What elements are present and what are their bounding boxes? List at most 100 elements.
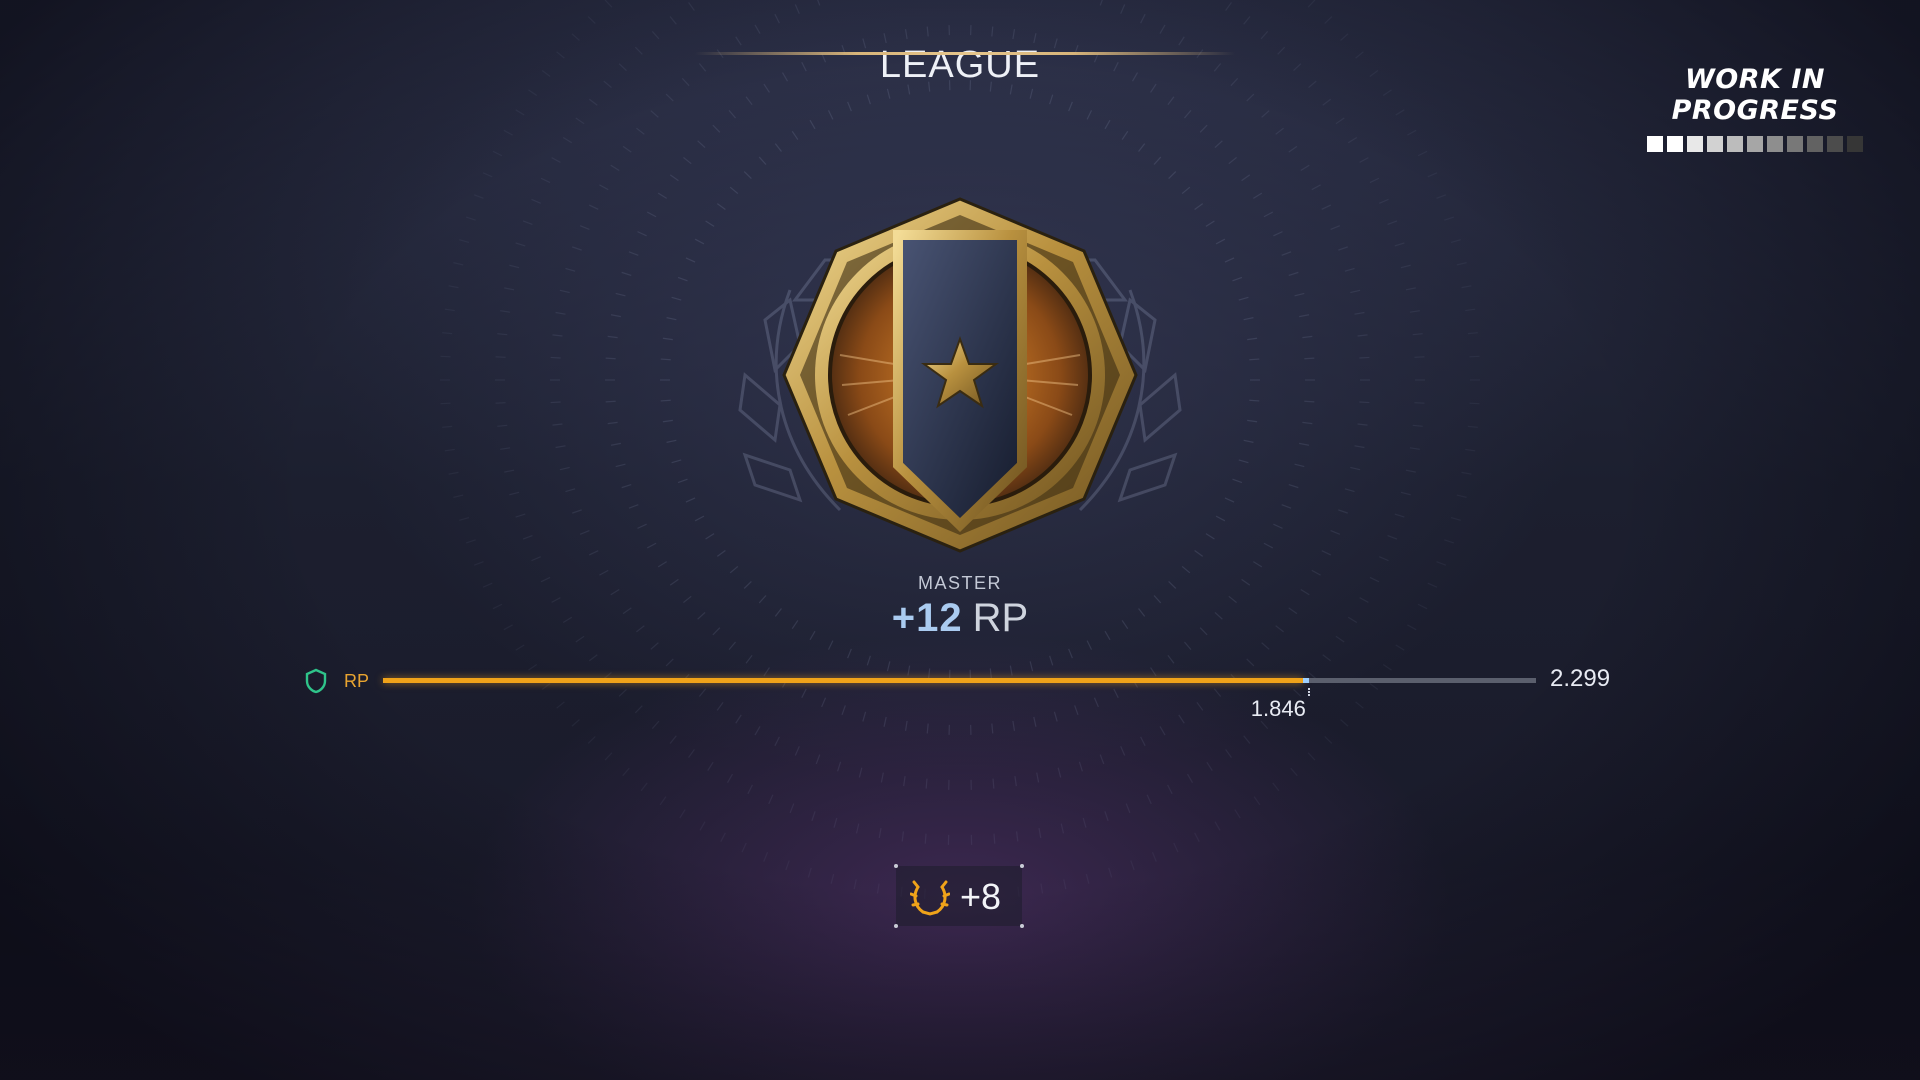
background-ray: [1206, 761, 1213, 771]
rp-bar-label: RP: [344, 671, 370, 691]
background-ray: [785, 860, 790, 871]
background-ray: [774, 736, 780, 747]
background-ray: [459, 517, 470, 521]
background-ray: [552, 334, 563, 337]
background-ray: [640, 782, 648, 792]
background-ray: [509, 264, 520, 269]
background-ray: [1405, 287, 1416, 291]
background-ray: [1140, 13, 1146, 24]
background-ray: [1467, 425, 1478, 428]
laurel-icon: [910, 880, 950, 916]
background-ray: [587, 736, 596, 744]
background-ray: [604, 0, 613, 8]
background-ray: [587, 16, 596, 24]
background-ray: [1357, 334, 1368, 337]
background-ray: [1400, 491, 1411, 496]
background-ray: [903, 776, 906, 787]
background-ray: [1159, 726, 1166, 736]
background-ray: [1350, 466, 1361, 471]
background-ray: [448, 285, 459, 289]
background-ray: [571, 33, 580, 41]
background-ray: [880, 772, 884, 783]
background-ray: [1436, 561, 1447, 566]
background-ray: [1151, 852, 1157, 862]
background-ray: [604, 752, 613, 761]
background-ray: [1324, 16, 1333, 24]
background-ray: [1290, 767, 1298, 777]
background-ray: [1382, 89, 1392, 96]
background-ray: [1335, 117, 1345, 125]
background-ray: [1068, 648, 1073, 659]
wip-segment: [1727, 136, 1743, 152]
wip-segment: [1707, 136, 1723, 152]
background-ray: [1409, 310, 1420, 313]
background-ray: [1321, 550, 1332, 556]
wip-line-2: PROGRESS: [1671, 95, 1839, 126]
background-ray: [1099, 754, 1105, 765]
background-ray: [515, 242, 526, 247]
background-ray: [926, 26, 929, 37]
background-ray: [745, 96, 753, 106]
background-ray: [1120, 4, 1126, 14]
background-ray: [858, 767, 863, 778]
background-ray: [665, 93, 674, 102]
background-ray: [1082, 817, 1087, 828]
background-ray: [747, 784, 753, 795]
background-ray: [465, 216, 476, 221]
background-ray: [459, 239, 470, 243]
background-ray: [1444, 216, 1455, 221]
background-ray: [827, 640, 834, 650]
background-ray: [1467, 332, 1478, 335]
background-ray: [1167, 96, 1175, 106]
background-ray: [712, 124, 721, 133]
background-ray: [791, 130, 799, 140]
background-ray: [1359, 356, 1370, 359]
background-ray: [1359, 157, 1369, 163]
background-ray: [754, 726, 761, 736]
background-ray: [1307, 752, 1316, 761]
background-ray: [794, 4, 800, 14]
background-ray: [482, 172, 493, 178]
background-ray: [754, 24, 761, 34]
background-ray: [448, 471, 459, 475]
background-ray: [1014, 776, 1017, 787]
background-ray: [1412, 333, 1423, 336]
background-ray: [855, 823, 860, 834]
background-ray: [565, 488, 576, 493]
background-ray: [735, 714, 742, 724]
background-ray: [1225, 749, 1232, 758]
background-ray: [1355, 701, 1364, 709]
background-ray: [1405, 469, 1416, 473]
background-ray: [1159, 24, 1166, 34]
background-ray: [453, 494, 464, 498]
wip-segment: [1827, 136, 1843, 152]
background-ray: [768, 794, 774, 805]
background-ray: [1146, 794, 1152, 805]
background-ray: [1078, 761, 1083, 772]
background-ray: [876, 883, 880, 894]
background-ray: [679, 809, 686, 819]
background-ray: [572, 509, 582, 514]
background-ray: [1395, 109, 1405, 116]
background-ray: [552, 423, 563, 426]
background-ray: [1033, 716, 1037, 727]
background-ray: [993, 833, 996, 844]
background-ray: [1321, 204, 1332, 210]
rp-bar-track: [383, 678, 1536, 683]
background-ray: [1243, 16, 1251, 25]
background-ray: [1272, 782, 1280, 792]
rp-gain-unit: RP: [972, 596, 1029, 640]
background-ray: [1053, 711, 1058, 722]
background-ray: [1407, 129, 1417, 136]
background-ray: [837, 761, 842, 772]
background-ray: [1104, 811, 1109, 821]
background-ray: [1261, 642, 1270, 650]
rp-current-value: 1.846: [1250, 696, 1306, 721]
background-ray: [565, 267, 576, 272]
wip-segment: [1687, 136, 1703, 152]
background-ray: [1409, 447, 1420, 450]
background-ray: [862, 711, 867, 722]
background-ray: [741, 842, 747, 853]
background-ray: [883, 33, 887, 44]
background-ray: [1196, 701, 1204, 711]
